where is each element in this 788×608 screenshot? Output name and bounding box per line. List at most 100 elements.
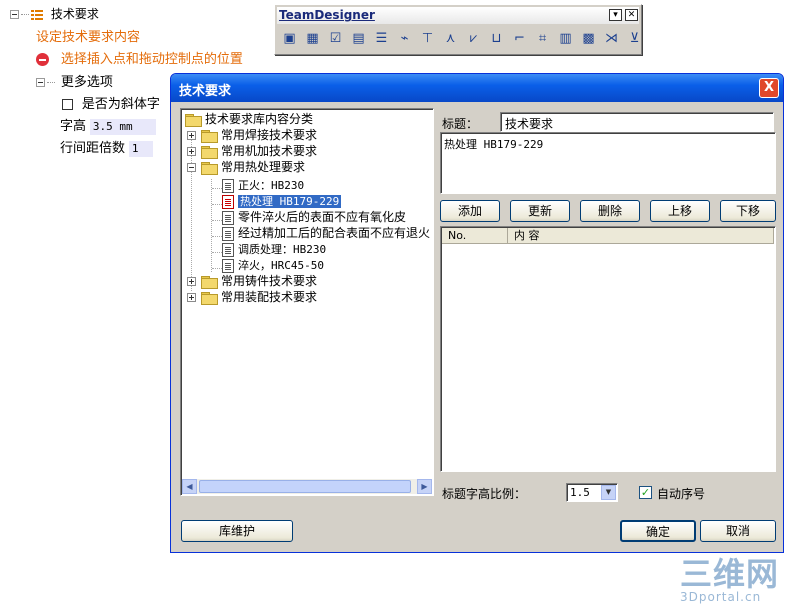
tree-item[interactable]: 经过精加工后的配合表面不应有退火 — [222, 225, 430, 241]
tool-section-icon[interactable]: ⊻ — [624, 27, 645, 49]
collapse-icon[interactable] — [10, 10, 19, 19]
tech-req-dialog: 技术要求 X 技术要求库内容分类 常用焊接技术要求 常用机加技术要求 常用热处理… — [170, 73, 784, 553]
font-height-field[interactable]: 3.5 mm — [89, 118, 156, 135]
tree-cat-machining[interactable]: 常用机加技术要求 — [187, 143, 317, 159]
collapse-icon[interactable] — [187, 163, 196, 172]
more-options-label: 更多选项 — [60, 75, 113, 90]
tree-horizontal-scrollbar[interactable]: ◀ ▶ — [182, 479, 432, 494]
italic-checkbox[interactable] — [62, 99, 73, 110]
font-height-row: 字高 3.5 mm — [60, 115, 156, 135]
italic-option[interactable]: 是否为斜体字 — [62, 93, 160, 112]
watermark-big-text: 三维网 — [680, 555, 780, 593]
title-input[interactable]: 技术要求 — [500, 112, 774, 132]
content-textarea[interactable]: 热处理 HB179-229 — [440, 132, 776, 194]
tool-hatch-icon[interactable]: ▩ — [578, 27, 599, 49]
expand-icon[interactable] — [187, 277, 196, 286]
tool-tolerance-icon[interactable]: ⊔ — [486, 27, 507, 49]
document-icon — [222, 226, 234, 241]
tree-cat-label: 常用热处理要求 — [221, 160, 306, 174]
tree-cat-heat[interactable]: 常用热处理要求 — [187, 159, 305, 175]
dialog-title: 技术要求 — [179, 84, 232, 99]
move-up-button[interactable]: 上移 — [650, 200, 710, 222]
tree-cat-welding[interactable]: 常用焊接技术要求 — [187, 127, 317, 143]
update-button[interactable]: 更新 — [510, 200, 570, 222]
tree-cat-label: 常用焊接技术要求 — [221, 128, 318, 142]
tech-req-node[interactable]: 技术要求 — [10, 5, 99, 22]
tool-tech-req-icon[interactable]: ☰ — [371, 27, 392, 49]
line-spacing-label: 行间距倍数 — [60, 141, 126, 156]
tree-item-label: 调质处理：HB230 — [238, 243, 327, 256]
content-list[interactable]: No. 内 容 — [440, 226, 776, 472]
tool-symbol-icon[interactable]: ⩗ — [463, 27, 484, 49]
tech-req-label: 技术要求 — [50, 7, 99, 21]
folder-icon — [201, 129, 218, 143]
tree-item[interactable]: 淬火，HRC45-50 — [222, 257, 324, 273]
tool-frame-icon[interactable]: ▣ — [279, 27, 300, 49]
watermark-logo: 三维网 3Dportal.cn — [680, 555, 780, 604]
document-icon — [222, 242, 234, 257]
document-icon — [222, 258, 234, 273]
ok-button[interactable]: 确定 — [620, 520, 696, 542]
scroll-left-icon[interactable]: ◀ — [182, 479, 197, 494]
expand-icon[interactable] — [187, 293, 196, 302]
folder-icon — [201, 161, 218, 175]
dialog-close-button[interactable]: X — [759, 78, 779, 98]
document-icon — [222, 210, 234, 225]
tree-cat-assembly[interactable]: 常用装配技术要求 — [187, 289, 317, 305]
tree-root-label: 技术要求库内容分类 — [205, 112, 314, 126]
toolbar-titlebar[interactable]: TeamDesigner ▾ ✕ — [277, 7, 639, 24]
column-header-content[interactable]: 内 容 — [508, 228, 774, 244]
line-spacing-field[interactable]: 1 — [128, 140, 153, 157]
collapse-icon[interactable] — [36, 78, 45, 87]
tool-crop-icon[interactable]: ⌗ — [532, 27, 553, 49]
auto-number-label: 自动序号 — [657, 487, 706, 501]
tool-leader-icon[interactable]: ⌐ — [509, 27, 530, 49]
toolbar-title: TeamDesigner — [279, 8, 375, 22]
library-maintenance-button[interactable]: 库维护 — [181, 520, 293, 542]
chevron-down-icon[interactable]: ▼ — [601, 485, 616, 500]
tree-item[interactable]: 调质处理：HB230 — [222, 241, 326, 257]
dialog-body: 技术要求库内容分类 常用焊接技术要求 常用机加技术要求 常用热处理要求 正火：H… — [174, 102, 780, 549]
tool-roughness-icon[interactable]: ⌁ — [394, 27, 415, 49]
tool-titleblock-icon[interactable]: ▦ — [302, 27, 323, 49]
document-icon — [222, 178, 234, 193]
tree-item-selected[interactable]: 热处理 HB179-229 — [222, 193, 342, 209]
tree-cat-label: 常用装配技术要求 — [221, 290, 318, 304]
move-down-button[interactable]: 下移 — [720, 200, 776, 222]
tree-item-label: 正火：HB230 — [238, 179, 305, 192]
expand-icon[interactable] — [187, 131, 196, 140]
ratio-select[interactable]: 1.5 ▼ — [566, 483, 618, 502]
tool-datum-icon[interactable]: ⊤ — [417, 27, 438, 49]
expand-icon[interactable] — [187, 147, 196, 156]
scroll-thumb[interactable] — [199, 480, 411, 493]
tree-cat-casting[interactable]: 常用铸件技术要求 — [187, 273, 317, 289]
auto-number-checkbox[interactable]: ✓ — [639, 486, 652, 499]
tool-cut-icon[interactable]: ⋊ — [601, 27, 622, 49]
toolbar-close-button[interactable]: ✕ — [625, 9, 638, 21]
tree-root[interactable]: 技术要求库内容分类 — [185, 111, 313, 127]
tree-item-label: 经过精加工后的配合表面不应有退火 — [238, 226, 431, 240]
tool-parts-list-icon[interactable]: ☑ — [325, 27, 346, 49]
tree-item[interactable]: 零件淬火后的表面不应有氧化皮 — [222, 209, 406, 225]
stop-icon — [36, 53, 49, 66]
tree-item-label: 热处理 HB179-229 — [238, 195, 342, 208]
tool-grid-icon[interactable]: ▥ — [555, 27, 576, 49]
folder-icon — [201, 275, 218, 289]
delete-button[interactable]: 删除 — [580, 200, 640, 222]
folder-icon — [201, 291, 218, 305]
document-icon — [222, 194, 234, 209]
toolbar-menu-button[interactable]: ▾ — [609, 9, 622, 21]
dialog-titlebar[interactable]: 技术要求 X — [171, 74, 783, 102]
italic-label: 是否为斜体字 — [81, 97, 160, 112]
tool-table-icon[interactable]: ▤ — [348, 27, 369, 49]
cancel-button[interactable]: 取消 — [700, 520, 776, 542]
folder-icon — [185, 113, 202, 127]
tree-item[interactable]: 正火：HB230 — [222, 177, 304, 193]
tool-weld-icon[interactable]: ⋏ — [440, 27, 461, 49]
prompt-text: 选择插入点和拖动控制点的位置 — [60, 52, 243, 67]
add-button[interactable]: 添加 — [440, 200, 500, 222]
scroll-right-icon[interactable]: ▶ — [417, 479, 432, 494]
more-options-node[interactable]: 更多选项 — [36, 71, 113, 90]
column-header-no[interactable]: No. — [442, 228, 508, 244]
category-tree[interactable]: 技术要求库内容分类 常用焊接技术要求 常用机加技术要求 常用热处理要求 正火：H… — [180, 108, 434, 496]
